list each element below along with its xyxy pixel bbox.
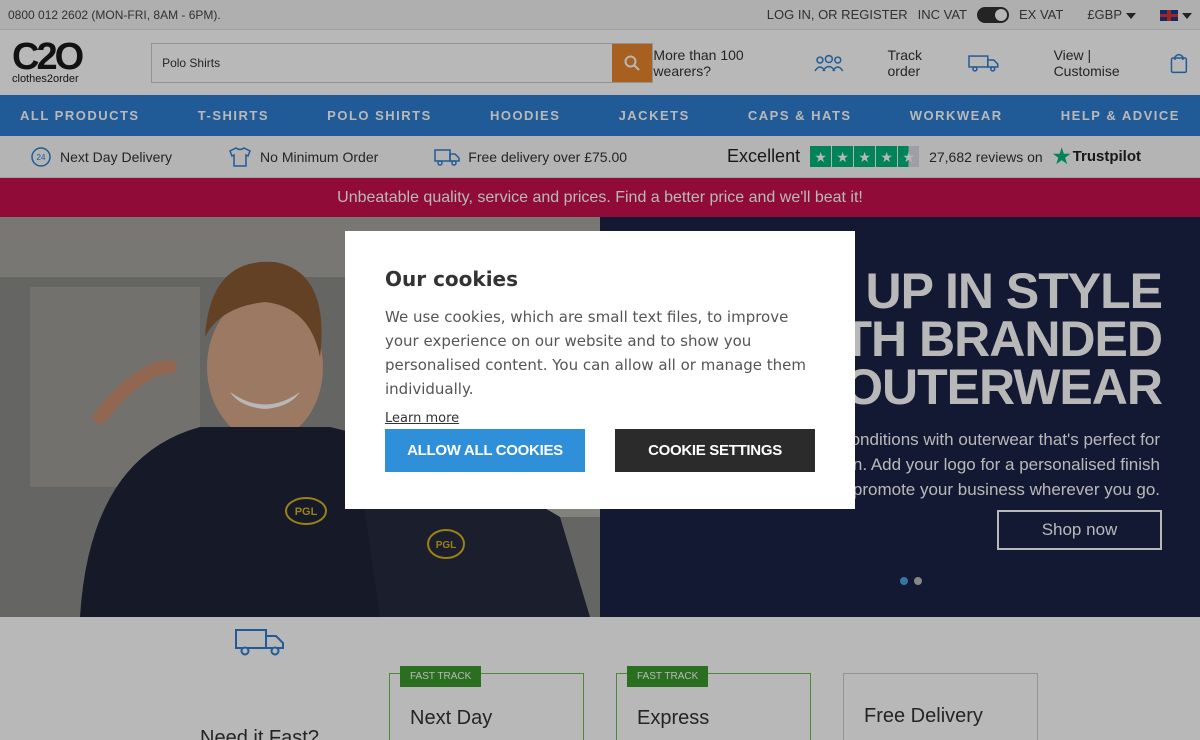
learn-more-link[interactable]: Learn more [385,411,459,426]
cookie-settings-button[interactable]: COOKIE SETTINGS [615,429,815,472]
cookie-consent-dialog: Our cookies We use cookies, which are sm… [345,231,855,509]
allow-all-cookies-button[interactable]: ALLOW ALL COOKIES [385,429,585,472]
cookie-dialog-title: Our cookies [385,267,519,291]
cookie-dialog-body: We use cookies, which are small text fil… [385,308,806,398]
cookie-actions: ALLOW ALL COOKIES COOKIE SETTINGS [385,429,815,472]
